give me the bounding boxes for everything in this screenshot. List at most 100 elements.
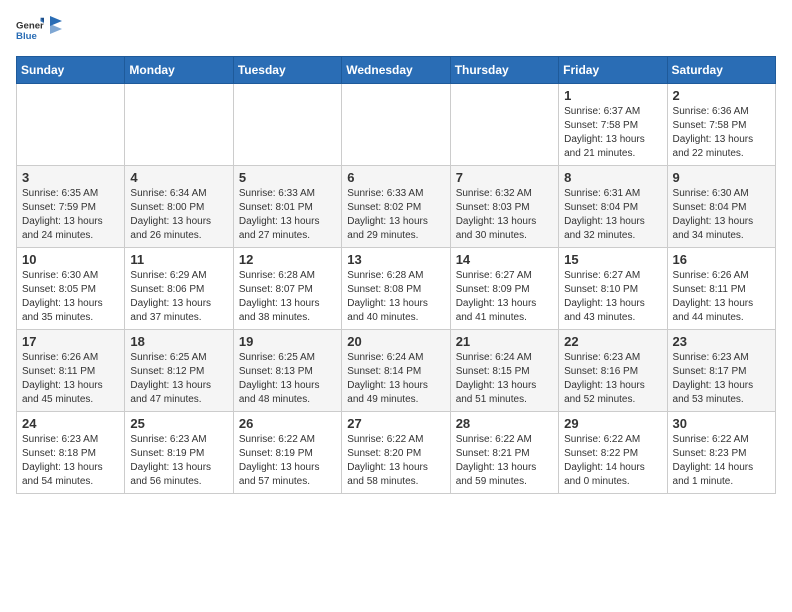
weekday-header-monday: Monday xyxy=(125,57,233,84)
day-number: 16 xyxy=(673,252,770,267)
day-number: 1 xyxy=(564,88,661,103)
calendar-cell: 12 Sunrise: 6:28 AM Sunset: 8:07 PM Dayli… xyxy=(233,248,341,330)
day-number: 17 xyxy=(22,334,119,349)
day-info: Sunrise: 6:22 AM Sunset: 8:23 PM Dayligh… xyxy=(673,433,770,489)
weekday-header-wednesday: Wednesday xyxy=(342,57,450,84)
calendar-week-row: 24 Sunrise: 6:23 AM Sunset: 8:18 PM Dayli… xyxy=(17,412,776,494)
calendar-cell: 21Sunrise: 6:24 AM Sunset: 8:15 PM Dayli… xyxy=(450,330,558,412)
calendar-cell: 5Sunrise: 6:33 AM Sunset: 8:01 PM Daylig… xyxy=(233,166,341,248)
day-number: 30 xyxy=(673,416,770,431)
svg-text:General: General xyxy=(16,20,44,31)
generalblue-logo-icon: General Blue xyxy=(16,16,44,44)
day-info: Sunrise: 6:37 AM Sunset: 7:58 PM Dayligh… xyxy=(564,105,661,161)
day-number: 28 xyxy=(456,416,553,431)
calendar-cell: 18 Sunrise: 6:25 AM Sunset: 8:12 PM Dayli… xyxy=(125,330,233,412)
day-number: 26 xyxy=(239,416,336,431)
calendar-cell: 6 Sunrise: 6:33 AM Sunset: 8:02 PM Daylig… xyxy=(342,166,450,248)
day-number: 6 xyxy=(347,170,444,185)
day-number: 14 xyxy=(456,252,553,267)
day-number: 9 xyxy=(673,170,770,185)
day-info: Sunrise: 6:23 AM Sunset: 8:16 PM Dayligh… xyxy=(564,351,661,407)
day-info: Sunrise: 6:27 AM Sunset: 8:09 PM Dayligh… xyxy=(456,269,553,325)
day-info: Sunrise: 6:34 AM Sunset: 8:00 PM Dayligh… xyxy=(130,187,227,243)
calendar-cell: 16 Sunrise: 6:26 AM Sunset: 8:11 PM Dayli… xyxy=(667,248,775,330)
day-number: 5 xyxy=(239,170,336,185)
weekday-header-tuesday: Tuesday xyxy=(233,57,341,84)
day-info: Sunrise: 6:28 AM Sunset: 8:07 PM Dayligh… xyxy=(239,269,336,325)
calendar-week-row: 10Sunrise: 6:30 AM Sunset: 8:05 PM Dayli… xyxy=(17,248,776,330)
day-info: Sunrise: 6:32 AM Sunset: 8:03 PM Dayligh… xyxy=(456,187,553,243)
calendar-cell: 23 Sunrise: 6:23 AM Sunset: 8:17 PM Dayli… xyxy=(667,330,775,412)
weekday-header-saturday: Saturday xyxy=(667,57,775,84)
calendar-cell: 19 Sunrise: 6:25 AM Sunset: 8:13 PM Dayli… xyxy=(233,330,341,412)
day-number: 20 xyxy=(347,334,444,349)
calendar-week-row: 1 Sunrise: 6:37 AM Sunset: 7:58 PM Daylig… xyxy=(17,84,776,166)
day-number: 27 xyxy=(347,416,444,431)
day-number: 15 xyxy=(564,252,661,267)
day-number: 25 xyxy=(130,416,227,431)
calendar-cell: 2 Sunrise: 6:36 AM Sunset: 7:58 PM Daylig… xyxy=(667,84,775,166)
day-info: Sunrise: 6:27 AM Sunset: 8:10 PM Dayligh… xyxy=(564,269,661,325)
calendar-week-row: 3 Sunrise: 6:35 AM Sunset: 7:59 PM Daylig… xyxy=(17,166,776,248)
day-number: 23 xyxy=(673,334,770,349)
calendar-cell: 3 Sunrise: 6:35 AM Sunset: 7:59 PM Daylig… xyxy=(17,166,125,248)
calendar-cell: 11 Sunrise: 6:29 AM Sunset: 8:06 PM Dayli… xyxy=(125,248,233,330)
header: General Blue xyxy=(16,16,776,44)
calendar-cell: 22 Sunrise: 6:23 AM Sunset: 8:16 PM Dayli… xyxy=(559,330,667,412)
day-info: Sunrise: 6:22 AM Sunset: 8:20 PM Dayligh… xyxy=(347,433,444,489)
day-number: 11 xyxy=(130,252,227,267)
day-number: 3 xyxy=(22,170,119,185)
flag-icon xyxy=(48,16,64,36)
day-info: Sunrise: 6:35 AM Sunset: 7:59 PM Dayligh… xyxy=(22,187,119,243)
day-number: 29 xyxy=(564,416,661,431)
calendar-cell xyxy=(342,84,450,166)
calendar-week-row: 17 Sunrise: 6:26 AM Sunset: 8:11 PM Dayli… xyxy=(17,330,776,412)
svg-text:Blue: Blue xyxy=(16,31,37,42)
calendar-cell: 13Sunrise: 6:28 AM Sunset: 8:08 PM Dayli… xyxy=(342,248,450,330)
day-info: Sunrise: 6:22 AM Sunset: 8:21 PM Dayligh… xyxy=(456,433,553,489)
day-info: Sunrise: 6:29 AM Sunset: 8:06 PM Dayligh… xyxy=(130,269,227,325)
day-info: Sunrise: 6:25 AM Sunset: 8:13 PM Dayligh… xyxy=(239,351,336,407)
calendar-cell: 7 Sunrise: 6:32 AM Sunset: 8:03 PM Daylig… xyxy=(450,166,558,248)
calendar-cell xyxy=(450,84,558,166)
day-info: Sunrise: 6:26 AM Sunset: 8:11 PM Dayligh… xyxy=(22,351,119,407)
day-number: 18 xyxy=(130,334,227,349)
day-number: 12 xyxy=(239,252,336,267)
calendar-cell xyxy=(17,84,125,166)
day-info: Sunrise: 6:33 AM Sunset: 8:02 PM Dayligh… xyxy=(347,187,444,243)
calendar-cell xyxy=(233,84,341,166)
calendar-cell: 28 Sunrise: 6:22 AM Sunset: 8:21 PM Dayli… xyxy=(450,412,558,494)
calendar-cell: 30 Sunrise: 6:22 AM Sunset: 8:23 PM Dayli… xyxy=(667,412,775,494)
day-info: Sunrise: 6:23 AM Sunset: 8:17 PM Dayligh… xyxy=(673,351,770,407)
calendar-cell: 17 Sunrise: 6:26 AM Sunset: 8:11 PM Dayli… xyxy=(17,330,125,412)
day-number: 2 xyxy=(673,88,770,103)
calendar-cell: 29 Sunrise: 6:22 AM Sunset: 8:22 PM Dayli… xyxy=(559,412,667,494)
logo: General Blue xyxy=(16,16,64,44)
day-number: 19 xyxy=(239,334,336,349)
calendar-cell: 8Sunrise: 6:31 AM Sunset: 8:04 PM Daylig… xyxy=(559,166,667,248)
calendar-cell: 15 Sunrise: 6:27 AM Sunset: 8:10 PM Dayli… xyxy=(559,248,667,330)
calendar-cell: 4 Sunrise: 6:34 AM Sunset: 8:00 PM Daylig… xyxy=(125,166,233,248)
calendar-header-row: SundayMondayTuesdayWednesdayThursdayFrid… xyxy=(17,57,776,84)
day-info: Sunrise: 6:23 AM Sunset: 8:18 PM Dayligh… xyxy=(22,433,119,489)
day-info: Sunrise: 6:28 AM Sunset: 8:08 PM Dayligh… xyxy=(347,269,444,325)
day-info: Sunrise: 6:25 AM Sunset: 8:12 PM Dayligh… xyxy=(130,351,227,407)
day-info: Sunrise: 6:36 AM Sunset: 7:58 PM Dayligh… xyxy=(673,105,770,161)
day-number: 21 xyxy=(456,334,553,349)
day-info: Sunrise: 6:22 AM Sunset: 8:22 PM Dayligh… xyxy=(564,433,661,489)
calendar-cell: 1 Sunrise: 6:37 AM Sunset: 7:58 PM Daylig… xyxy=(559,84,667,166)
day-number: 22 xyxy=(564,334,661,349)
weekday-header-sunday: Sunday xyxy=(17,57,125,84)
calendar-cell: 25 Sunrise: 6:23 AM Sunset: 8:19 PM Dayli… xyxy=(125,412,233,494)
day-info: Sunrise: 6:30 AM Sunset: 8:04 PM Dayligh… xyxy=(673,187,770,243)
calendar-cell: 26 Sunrise: 6:22 AM Sunset: 8:19 PM Dayli… xyxy=(233,412,341,494)
day-number: 24 xyxy=(22,416,119,431)
day-info: Sunrise: 6:26 AM Sunset: 8:11 PM Dayligh… xyxy=(673,269,770,325)
day-info: Sunrise: 6:23 AM Sunset: 8:19 PM Dayligh… xyxy=(130,433,227,489)
calendar-cell: 20Sunrise: 6:24 AM Sunset: 8:14 PM Dayli… xyxy=(342,330,450,412)
day-number: 4 xyxy=(130,170,227,185)
day-info: Sunrise: 6:22 AM Sunset: 8:19 PM Dayligh… xyxy=(239,433,336,489)
day-number: 7 xyxy=(456,170,553,185)
day-info: Sunrise: 6:30 AM Sunset: 8:05 PM Dayligh… xyxy=(22,269,119,325)
calendar-cell: 24 Sunrise: 6:23 AM Sunset: 8:18 PM Dayli… xyxy=(17,412,125,494)
